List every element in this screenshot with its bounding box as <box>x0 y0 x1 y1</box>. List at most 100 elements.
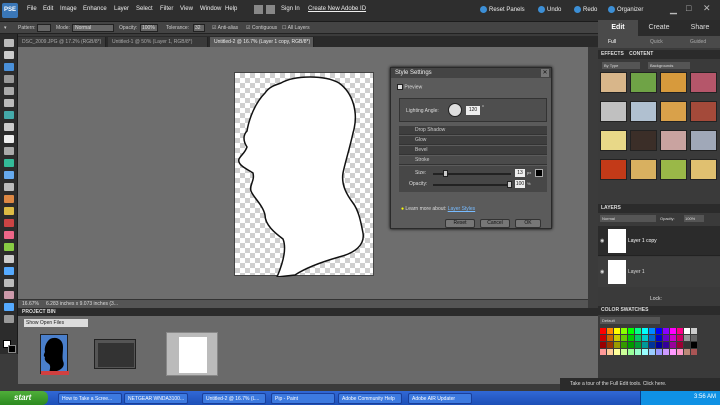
doc-tab-untitled-1[interactable]: Untitled-1 @ 50% (Layer 1, RGB/8*) <box>108 37 208 47</box>
color-swatch[interactable] <box>642 342 648 348</box>
project-thumb-2[interactable] <box>94 339 136 369</box>
eyedropper-tool-icon[interactable] <box>4 75 14 83</box>
color-swatch[interactable] <box>642 328 648 334</box>
tip-bar[interactable]: Take a tour of the Full Edit tools. Clic… <box>560 378 720 391</box>
layer-name[interactable]: Layer 1 copy <box>628 238 657 244</box>
pattern-picker[interactable] <box>37 24 51 32</box>
color-swatch[interactable] <box>635 342 641 348</box>
effect-thumbnail[interactable] <box>660 159 687 180</box>
blend-mode-select[interactable]: Normal <box>600 215 656 222</box>
effect-thumbnail[interactable] <box>660 130 687 151</box>
color-swatch[interactable] <box>621 335 627 341</box>
zoom-tool-icon[interactable] <box>4 39 14 47</box>
color-swatch[interactable] <box>635 349 641 355</box>
effect-thumbnail[interactable] <box>660 101 687 122</box>
minimize-window-icon[interactable] <box>254 5 263 14</box>
effect-thumbnail[interactable] <box>630 130 657 151</box>
paint-bucket-tool-icon[interactable] <box>4 243 14 251</box>
dialog-close-icon[interactable]: ✕ <box>541 69 549 77</box>
create-adobe-id-link[interactable]: Create New Adobe ID <box>308 6 366 12</box>
menu-image[interactable]: Image <box>60 6 77 12</box>
tolerance-input[interactable]: 32 <box>193 24 205 32</box>
color-swatch[interactable] <box>656 342 662 348</box>
undo-button[interactable]: Undo <box>538 6 561 13</box>
color-swatch[interactable] <box>691 335 697 341</box>
by-type-select[interactable]: By Type <box>602 62 640 69</box>
effect-thumbnail[interactable] <box>690 130 717 151</box>
reset-panels-button[interactable]: Reset Panels <box>480 6 525 13</box>
color-swatch[interactable] <box>670 335 676 341</box>
color-swatch[interactable] <box>635 335 641 341</box>
tab-create[interactable]: Create <box>639 20 679 36</box>
color-swatch[interactable] <box>677 342 683 348</box>
color-swatch[interactable] <box>649 335 655 341</box>
menu-filter[interactable]: Filter <box>160 6 173 12</box>
selection-brush-tool-icon[interactable] <box>4 123 14 131</box>
color-swatch[interactable] <box>607 349 613 355</box>
color-swatch[interactable] <box>600 335 606 341</box>
effect-thumbnail[interactable] <box>630 101 657 122</box>
layer-visibility-icon[interactable]: ◉ <box>600 269 604 275</box>
ok-button[interactable]: OK <box>515 219 541 228</box>
color-swatch[interactable] <box>621 349 627 355</box>
tab-edit[interactable]: Edit <box>598 20 638 36</box>
style-row-glow[interactable]: Glow <box>399 136 547 145</box>
opacity-input[interactable]: 100% <box>140 24 158 32</box>
effect-thumbnail[interactable] <box>600 159 627 180</box>
lasso-tool-icon[interactable] <box>4 99 14 107</box>
layer-visibility-icon[interactable]: ◉ <box>600 238 604 244</box>
color-swatch[interactable] <box>607 328 613 334</box>
color-swatch[interactable] <box>642 349 648 355</box>
tab-share[interactable]: Share <box>680 20 720 36</box>
color-swatch[interactable] <box>614 342 620 348</box>
color-swatch[interactable] <box>691 349 697 355</box>
menu-layer[interactable]: Layer <box>114 6 129 12</box>
stroke-opacity-slider-knob[interactable] <box>507 181 512 188</box>
color-swatch[interactable] <box>656 335 662 341</box>
color-swatch[interactable] <box>600 349 606 355</box>
taskbar-item-1[interactable]: How to Take a Scree... <box>58 393 122 404</box>
sponge-tool-icon[interactable] <box>4 291 14 299</box>
doc-tab-untitled-2[interactable]: Untitled-2 @ 16.7% (Layer 1 copy, RGB/8*… <box>210 37 314 47</box>
style-row-drop-shadow[interactable]: Drop Shadow <box>399 126 547 135</box>
color-swatch[interactable] <box>635 328 641 334</box>
anti-alias-checkbox[interactable]: ☑ Anti-alias <box>212 25 238 31</box>
taskbar-item-2[interactable]: NETGEAR WNDA3100... <box>124 393 188 404</box>
sign-in-link[interactable]: Sign In <box>281 6 300 12</box>
marquee-tool-icon[interactable] <box>4 87 14 95</box>
color-swatch[interactable] <box>628 349 634 355</box>
blur-tool-icon[interactable] <box>4 279 14 287</box>
taskbar-item-5[interactable]: Adobe Community Help <box>338 393 402 404</box>
color-swatch[interactable] <box>684 349 690 355</box>
color-swatch[interactable] <box>600 342 606 348</box>
color-swatch[interactable] <box>684 342 690 348</box>
effect-thumbnail[interactable] <box>600 101 627 122</box>
redo-button[interactable]: Redo <box>574 6 597 13</box>
color-swatch[interactable] <box>649 342 655 348</box>
menu-select[interactable]: Select <box>136 6 153 12</box>
color-swatch[interactable] <box>663 335 669 341</box>
color-swatch[interactable] <box>670 328 676 334</box>
effect-thumbnail[interactable] <box>630 72 657 93</box>
preview-checkbox[interactable]: Preview <box>397 84 422 90</box>
cancel-button[interactable]: Cancel <box>480 219 510 228</box>
recompose-tool-icon[interactable] <box>4 303 14 311</box>
layer-row-2[interactable]: ◉ Layer 1 <box>598 257 720 287</box>
style-row-stroke[interactable]: Stroke <box>399 156 547 165</box>
layer-name[interactable]: Layer 1 <box>628 269 645 275</box>
effect-thumbnail[interactable] <box>690 72 717 93</box>
lighting-angle-dial[interactable] <box>448 103 462 117</box>
effect-thumbnail[interactable] <box>690 101 717 122</box>
menu-file[interactable]: File <box>27 6 37 12</box>
color-swatch[interactable] <box>600 328 606 334</box>
project-thumb-1[interactable] <box>40 334 69 375</box>
color-swatch[interactable] <box>621 328 627 334</box>
color-swatch[interactable] <box>614 335 620 341</box>
all-layers-checkbox[interactable]: ☐ All Layers <box>282 25 310 31</box>
color-swatch[interactable] <box>628 328 634 334</box>
color-swatch[interactable] <box>670 349 676 355</box>
subtab-guided[interactable]: Guided <box>690 39 706 45</box>
crop-tool-icon[interactable] <box>4 147 14 155</box>
stroke-size-slider-knob[interactable] <box>442 170 448 177</box>
start-button[interactable]: start <box>0 391 48 405</box>
